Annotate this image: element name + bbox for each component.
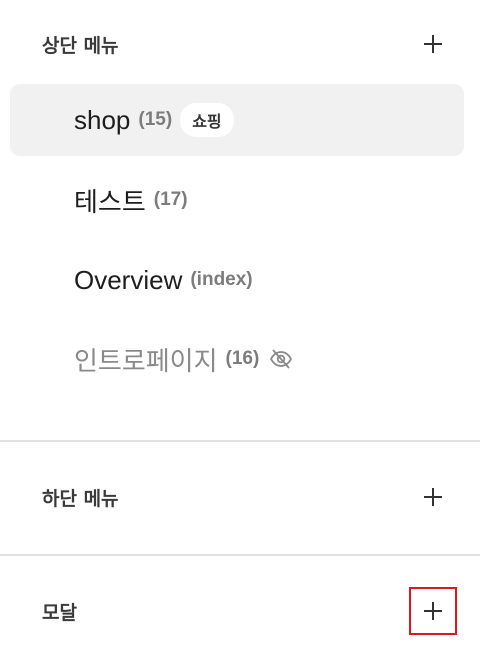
menu-item-shop[interactable]: shop (15) 쇼핑 xyxy=(10,84,464,156)
menu-item-name: shop xyxy=(74,104,131,135)
menu-item-intro[interactable]: 인트로페이지 (16) xyxy=(10,323,464,395)
menu-item-count: (index) xyxy=(190,269,253,290)
divider xyxy=(0,440,480,442)
top-menu-title: 상단 메뉴 xyxy=(42,34,119,57)
bottom-menu-header: 하단 메뉴 xyxy=(0,477,480,517)
divider xyxy=(0,554,480,556)
menu-item-count: (15) xyxy=(138,109,173,130)
modal-title: 모달 xyxy=(42,601,77,624)
modal-header: 모달 xyxy=(0,587,480,635)
bottom-menu-title: 하단 메뉴 xyxy=(42,487,119,510)
menu-item-name: Overview xyxy=(74,264,183,295)
plus-icon xyxy=(424,602,442,620)
menu-item-name: 테스트 xyxy=(74,186,146,217)
eye-off-icon xyxy=(270,349,293,369)
plus-icon xyxy=(424,35,442,53)
menu-item-tag: 쇼핑 xyxy=(180,103,234,137)
top-menu-header: 상단 메뉴 xyxy=(0,24,480,64)
plus-icon xyxy=(424,488,442,506)
menu-item-test[interactable]: 테스트 (17) xyxy=(10,164,464,236)
add-bottom-menu-button[interactable] xyxy=(412,476,454,518)
add-modal-button[interactable] xyxy=(409,587,457,635)
menu-item-count: (17) xyxy=(153,189,188,210)
add-top-menu-button[interactable] xyxy=(412,23,454,65)
menu-item-name: 인트로페이지 xyxy=(74,345,218,376)
menu-item-count: (16) xyxy=(225,348,260,369)
menu-item-overview[interactable]: Overview (index) xyxy=(10,244,464,316)
